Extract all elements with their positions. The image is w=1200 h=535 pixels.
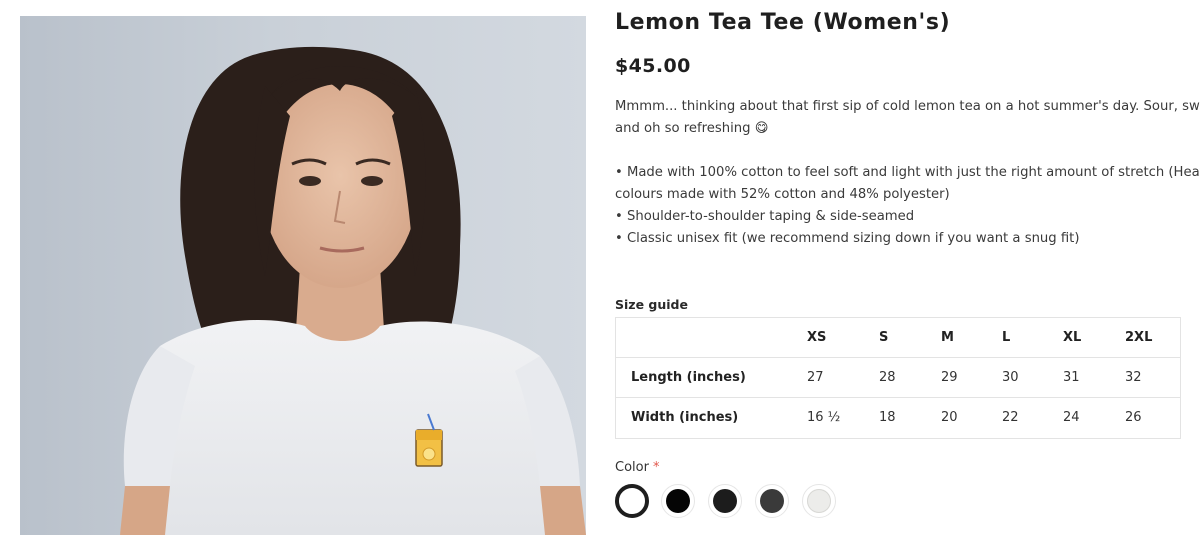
color-swatch-white[interactable] [615,484,649,518]
required-asterisk: * [652,460,660,475]
table-cell: 32 [1125,370,1142,385]
size-table-row-length: Length (inches) 27 28 29 30 31 32 [616,358,1180,398]
table-cell: 20 [941,410,958,425]
size-col-xl: XL [1063,330,1082,345]
size-col-l: L [1002,330,1011,345]
table-cell: 24 [1063,410,1080,425]
size-table-header-row: XS S M L XL 2XL [616,318,1180,358]
size-guide-heading: Size guide [615,297,688,312]
product-title: Lemon Tea Tee (Women's) [615,10,951,35]
color-swatches [615,484,855,520]
table-cell: 30 [1002,370,1019,385]
table-cell: 28 [879,370,896,385]
size-col-s: S [879,330,889,345]
table-cell: 16 ½ [807,410,841,425]
description-bullet: • Classic unisex fit (we recommend sizin… [615,231,1080,246]
color-label-text: Color [615,460,649,475]
color-swatch-dark-black[interactable] [708,484,742,518]
color-swatch-charcoal[interactable] [755,484,789,518]
description-bullet: • Shoulder-to-shoulder taping & side-sea… [615,209,915,224]
swatch-dot [713,489,737,513]
color-label: Color * [615,460,659,475]
description-bullet: • Made with 100% cotton to feel soft and… [615,165,1200,180]
model-photo-illustration [120,46,586,535]
description-bullet: colours made with 52% cotton and 48% pol… [615,187,950,202]
swatch-dot [807,489,831,513]
size-col-2xl: 2XL [1125,330,1153,345]
color-swatch-black[interactable] [661,484,695,518]
row-label-width: Width (inches) [631,410,739,425]
swatch-dot [760,489,784,513]
table-cell: 18 [879,410,896,425]
swatch-dot [621,490,643,512]
table-cell: 31 [1063,370,1080,385]
product-price: $45.00 [615,55,691,77]
product-page: Lemon Tea Tee (Women's) $45.00 Mmmm... t… [0,0,1200,535]
product-description: Mmmm... thinking about that first sip of… [615,96,1200,250]
size-col-xs: XS [807,330,827,345]
table-cell: 29 [941,370,958,385]
size-col-m: M [941,330,954,345]
size-table-row-width: Width (inches) 16 ½ 18 20 22 24 26 [616,398,1180,438]
color-swatch-light-grey[interactable] [802,484,836,518]
product-image[interactable] [20,16,586,535]
row-label-length: Length (inches) [631,370,746,385]
description-line: Mmmm... thinking about that first sip of… [615,99,1200,114]
table-cell: 26 [1125,410,1142,425]
swatch-dot [666,489,690,513]
description-line: and oh so refreshing 😋 [615,121,769,136]
table-cell: 27 [807,370,824,385]
size-guide-table: XS S M L XL 2XL Length (inches) 27 28 29… [615,317,1181,439]
table-cell: 22 [1002,410,1019,425]
